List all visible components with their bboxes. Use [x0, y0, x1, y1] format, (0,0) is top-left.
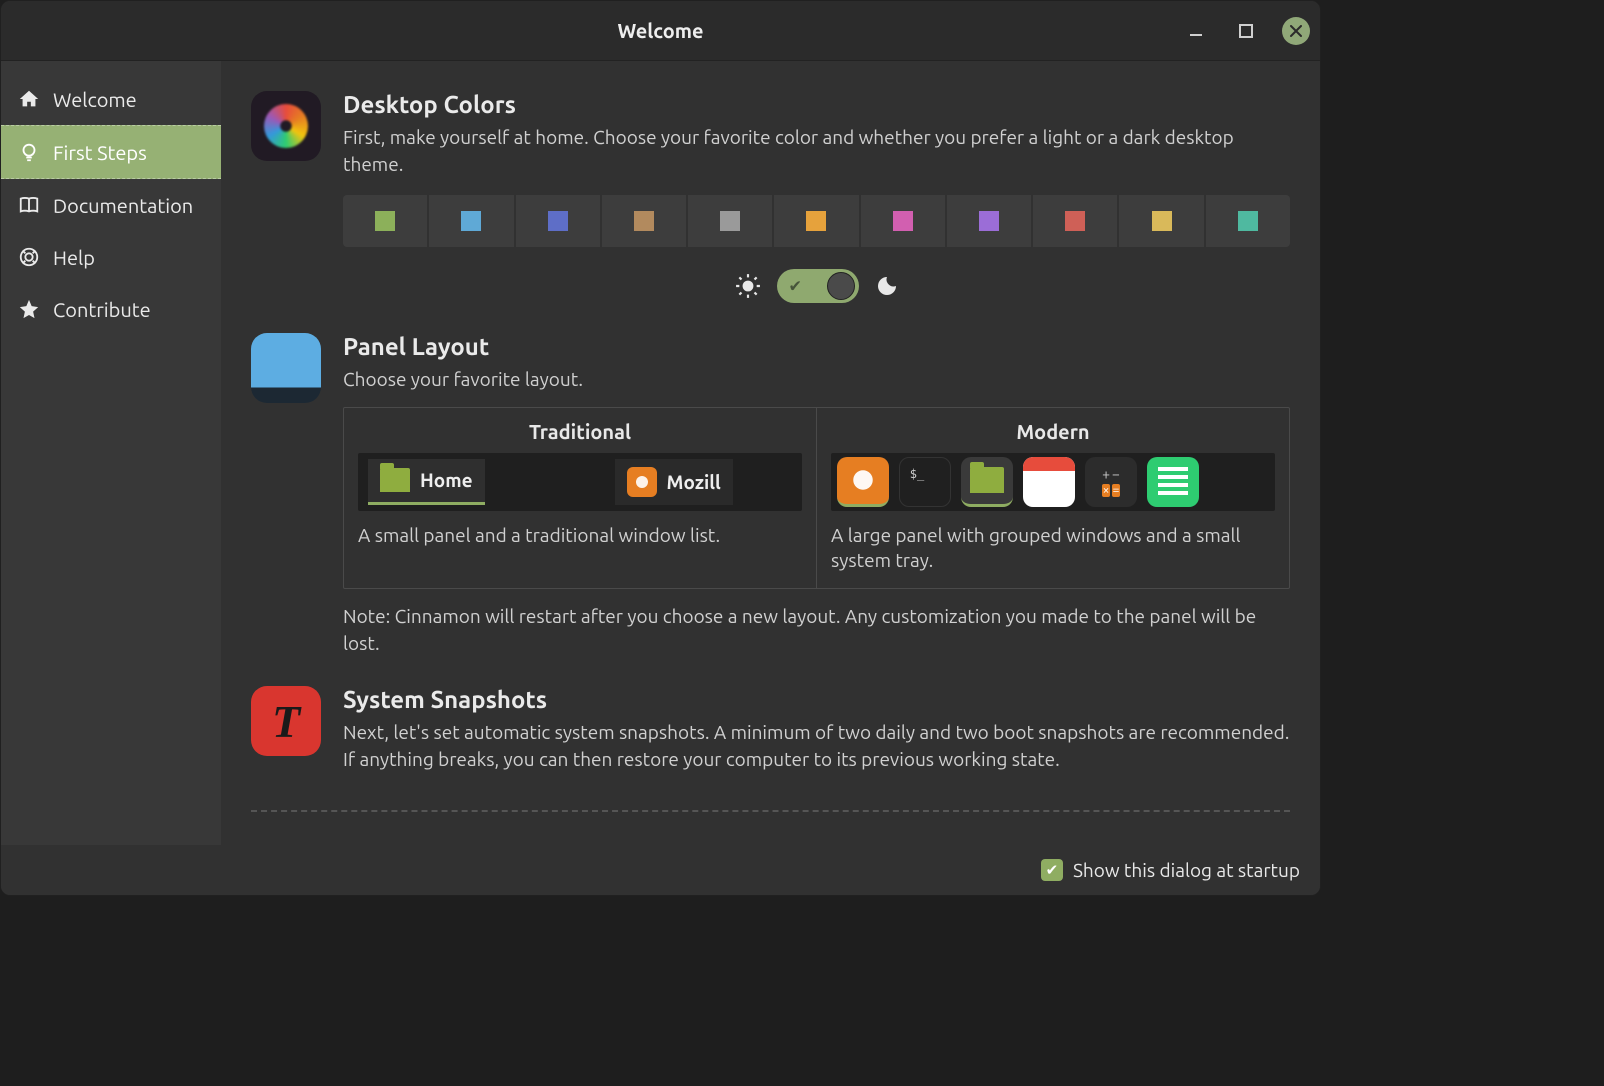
sidebar-item-label: Help	[53, 246, 95, 269]
color-swatch-red[interactable]	[1033, 195, 1117, 247]
close-button[interactable]	[1282, 17, 1310, 45]
color-swatch-grey[interactable]	[688, 195, 772, 247]
panel-layout-desc: Choose your favorite layout.	[343, 366, 1290, 393]
firefox-icon	[627, 467, 657, 497]
sidebar: Welcome First Steps Documentation Help	[1, 61, 221, 845]
desktop-colors-heading: Desktop Colors	[343, 91, 1290, 118]
dark-mode-toggle[interactable]: ✔	[777, 269, 859, 303]
maximize-icon	[1239, 24, 1253, 38]
files-icon	[961, 457, 1013, 507]
section-desktop-colors: Desktop Colors First, make yourself at h…	[251, 91, 1290, 303]
system-snapshots-heading: System Snapshots	[343, 686, 1290, 713]
color-swatch-green[interactable]	[343, 195, 427, 247]
main-content: Desktop Colors First, make yourself at h…	[221, 61, 1320, 845]
layout-preview-traditional: Home Mozill	[358, 453, 802, 511]
layout-card-desc: A small panel and a traditional window l…	[358, 523, 802, 549]
layout-option-modern[interactable]: Modern $_	[817, 408, 1289, 588]
show-at-startup-checkbox[interactable]: ✔	[1041, 859, 1063, 881]
firefox-icon	[837, 457, 889, 507]
panel-layout-heading: Panel Layout	[343, 333, 1290, 360]
theme-toggle-row: ✔	[343, 269, 1290, 303]
color-swatch-purple[interactable]	[947, 195, 1031, 247]
panel-layout-icon	[251, 333, 321, 403]
terminal-icon: $_	[899, 457, 951, 507]
taskbar-item-firefox: Mozill	[615, 459, 733, 505]
section-divider	[251, 810, 1290, 812]
layout-preview-modern: $_ +− ×=	[831, 453, 1275, 511]
folder-icon	[380, 468, 410, 492]
close-icon	[1290, 25, 1302, 37]
titlebar: Welcome	[1, 1, 1320, 61]
welcome-window: Welcome Welcome	[0, 0, 1321, 896]
system-snapshots-desc: Next, let's set automatic system snapsho…	[343, 719, 1290, 772]
color-wheel-icon	[251, 91, 321, 161]
sidebar-item-help[interactable]: Help	[1, 231, 221, 283]
calendar-icon	[1023, 457, 1075, 507]
color-swatch-orange[interactable]	[774, 195, 858, 247]
color-swatch-indigo[interactable]	[516, 195, 600, 247]
toggle-knob	[827, 272, 855, 300]
layout-card-title: Traditional	[358, 420, 802, 443]
panel-layout-note: Note: Cinnamon will restart after you ch…	[343, 603, 1290, 656]
color-swatch-brown[interactable]	[602, 195, 686, 247]
taskbar-item-label: Mozill	[667, 471, 721, 493]
layout-option-traditional[interactable]: Traditional Home	[344, 408, 817, 588]
maximize-button[interactable]	[1232, 17, 1260, 45]
sidebar-item-label: First Steps	[53, 141, 147, 164]
layout-card-desc: A large panel with grouped windows and a…	[831, 523, 1275, 574]
layout-card-title: Modern	[831, 420, 1275, 443]
sun-icon	[735, 273, 761, 299]
sidebar-item-contribute[interactable]: Contribute	[1, 283, 221, 335]
timeshift-icon: T	[251, 686, 321, 756]
lifebuoy-icon	[17, 245, 41, 269]
taskbar-item-label: Home	[420, 469, 473, 491]
footer: ✔ Show this dialog at startup	[1, 845, 1320, 895]
window-title: Welcome	[617, 19, 703, 42]
show-at-startup-label: Show this dialog at startup	[1073, 859, 1300, 881]
check-icon: ✔	[789, 277, 802, 296]
color-swatch-teal[interactable]	[1206, 195, 1290, 247]
section-system-snapshots: T System Snapshots Next, let's set autom…	[251, 686, 1290, 772]
color-swatch-blue[interactable]	[429, 195, 513, 247]
sidebar-item-label: Welcome	[53, 88, 137, 111]
sidebar-item-welcome[interactable]: Welcome	[1, 73, 221, 125]
desktop-colors-desc: First, make yourself at home. Choose you…	[343, 124, 1290, 177]
window-body: Welcome First Steps Documentation Help	[1, 61, 1320, 845]
sidebar-item-first-steps[interactable]: First Steps	[1, 125, 221, 179]
color-swatch-pink[interactable]	[861, 195, 945, 247]
minimize-icon	[1188, 23, 1204, 39]
window-controls	[1182, 1, 1310, 61]
color-swatch-sand[interactable]	[1119, 195, 1203, 247]
spreadsheet-icon	[1147, 457, 1199, 507]
lightbulb-icon	[17, 140, 41, 164]
minimize-button[interactable]	[1182, 17, 1210, 45]
sidebar-item-label: Contribute	[53, 298, 151, 321]
sidebar-item-label: Documentation	[53, 194, 193, 217]
star-icon	[17, 297, 41, 321]
book-icon	[17, 193, 41, 217]
home-icon	[17, 87, 41, 111]
sidebar-item-documentation[interactable]: Documentation	[1, 179, 221, 231]
moon-icon	[875, 274, 899, 298]
taskbar-item-home: Home	[368, 459, 485, 505]
panel-layout-options: Traditional Home	[343, 407, 1290, 589]
calculator-icon: +− ×=	[1085, 457, 1137, 507]
color-swatch-row	[343, 195, 1290, 247]
section-panel-layout: Panel Layout Choose your favorite layout…	[251, 333, 1290, 656]
